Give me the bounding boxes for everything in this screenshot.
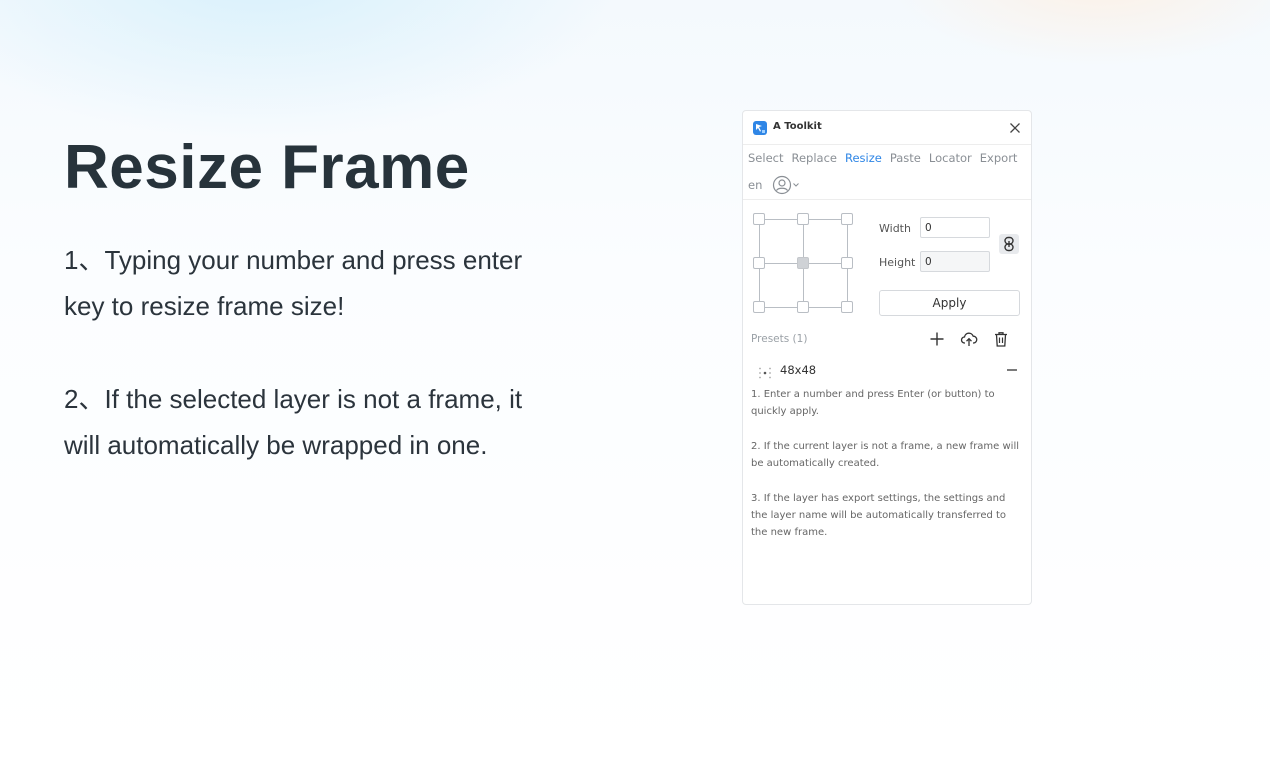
tab-resize[interactable]: Resize bbox=[845, 151, 882, 165]
link-icon bbox=[1004, 236, 1014, 252]
tab-replace[interactable]: Replace bbox=[791, 151, 837, 165]
help-item-1: 1. Enter a number and press Enter (or bu… bbox=[751, 389, 995, 417]
plugin-window: A Toolkit Select Replace Resize Paste Lo… bbox=[742, 110, 1032, 605]
feature-description-1: 1、Typing your number and press enter key… bbox=[64, 245, 523, 321]
anchor-grid bbox=[753, 213, 857, 313]
page-title: Resize Frame bbox=[64, 133, 470, 202]
anchor-top-right[interactable] bbox=[841, 213, 853, 225]
add-icon[interactable] bbox=[928, 330, 946, 348]
language-selector[interactable]: en bbox=[748, 178, 762, 192]
app-logo-icon bbox=[753, 121, 767, 135]
settings-row: en bbox=[748, 175, 800, 195]
presets-label: Presets (1) bbox=[751, 333, 808, 345]
preset-name: 48x48 bbox=[780, 363, 817, 377]
anchor-bottom-left[interactable] bbox=[753, 301, 765, 313]
height-input[interactable] bbox=[920, 251, 990, 272]
chevron-down-icon bbox=[793, 183, 800, 187]
help-item-2: 2. If the current layer is not a frame, … bbox=[751, 441, 1020, 469]
close-icon[interactable] bbox=[1007, 120, 1023, 136]
anchor-bottom-center[interactable] bbox=[797, 301, 809, 313]
upload-cloud-icon[interactable] bbox=[960, 330, 978, 348]
help-text: 1. Enter a number and press Enter (or bu… bbox=[751, 386, 1023, 559]
feature-description-2: 2、If the selected layer is not a frame, … bbox=[64, 384, 523, 460]
minus-icon[interactable] bbox=[1004, 362, 1020, 378]
anchor-top-center[interactable] bbox=[797, 213, 809, 225]
app-title: A Toolkit bbox=[773, 121, 822, 132]
lock-ratio-button[interactable] bbox=[999, 234, 1019, 254]
titlebar: A Toolkit bbox=[743, 111, 1031, 145]
drag-handle-icon[interactable] bbox=[758, 364, 772, 379]
anchor-bottom-right[interactable] bbox=[841, 301, 853, 313]
user-icon bbox=[773, 175, 792, 195]
apply-button[interactable]: Apply bbox=[879, 290, 1020, 316]
anchor-middle-left[interactable] bbox=[753, 257, 765, 269]
preset-item[interactable]: 48x48 bbox=[758, 361, 1020, 379]
trash-icon[interactable] bbox=[992, 330, 1010, 348]
user-menu-button[interactable] bbox=[772, 175, 800, 195]
tab-locator[interactable]: Locator bbox=[929, 151, 972, 165]
width-label: Width bbox=[879, 222, 911, 235]
anchor-center[interactable] bbox=[797, 257, 809, 269]
tab-bar: Select Replace Resize Paste Locator Expo… bbox=[748, 151, 1025, 165]
tab-paste[interactable]: Paste bbox=[890, 151, 921, 165]
tab-select[interactable]: Select bbox=[748, 151, 783, 165]
divider bbox=[743, 199, 1031, 200]
anchor-top-left[interactable] bbox=[753, 213, 765, 225]
width-input[interactable] bbox=[920, 217, 990, 238]
help-item-3: 3. If the layer has export settings, the… bbox=[751, 493, 1007, 538]
anchor-middle-right[interactable] bbox=[841, 257, 853, 269]
tab-export[interactable]: Export bbox=[980, 151, 1018, 165]
height-label: Height bbox=[879, 256, 916, 269]
